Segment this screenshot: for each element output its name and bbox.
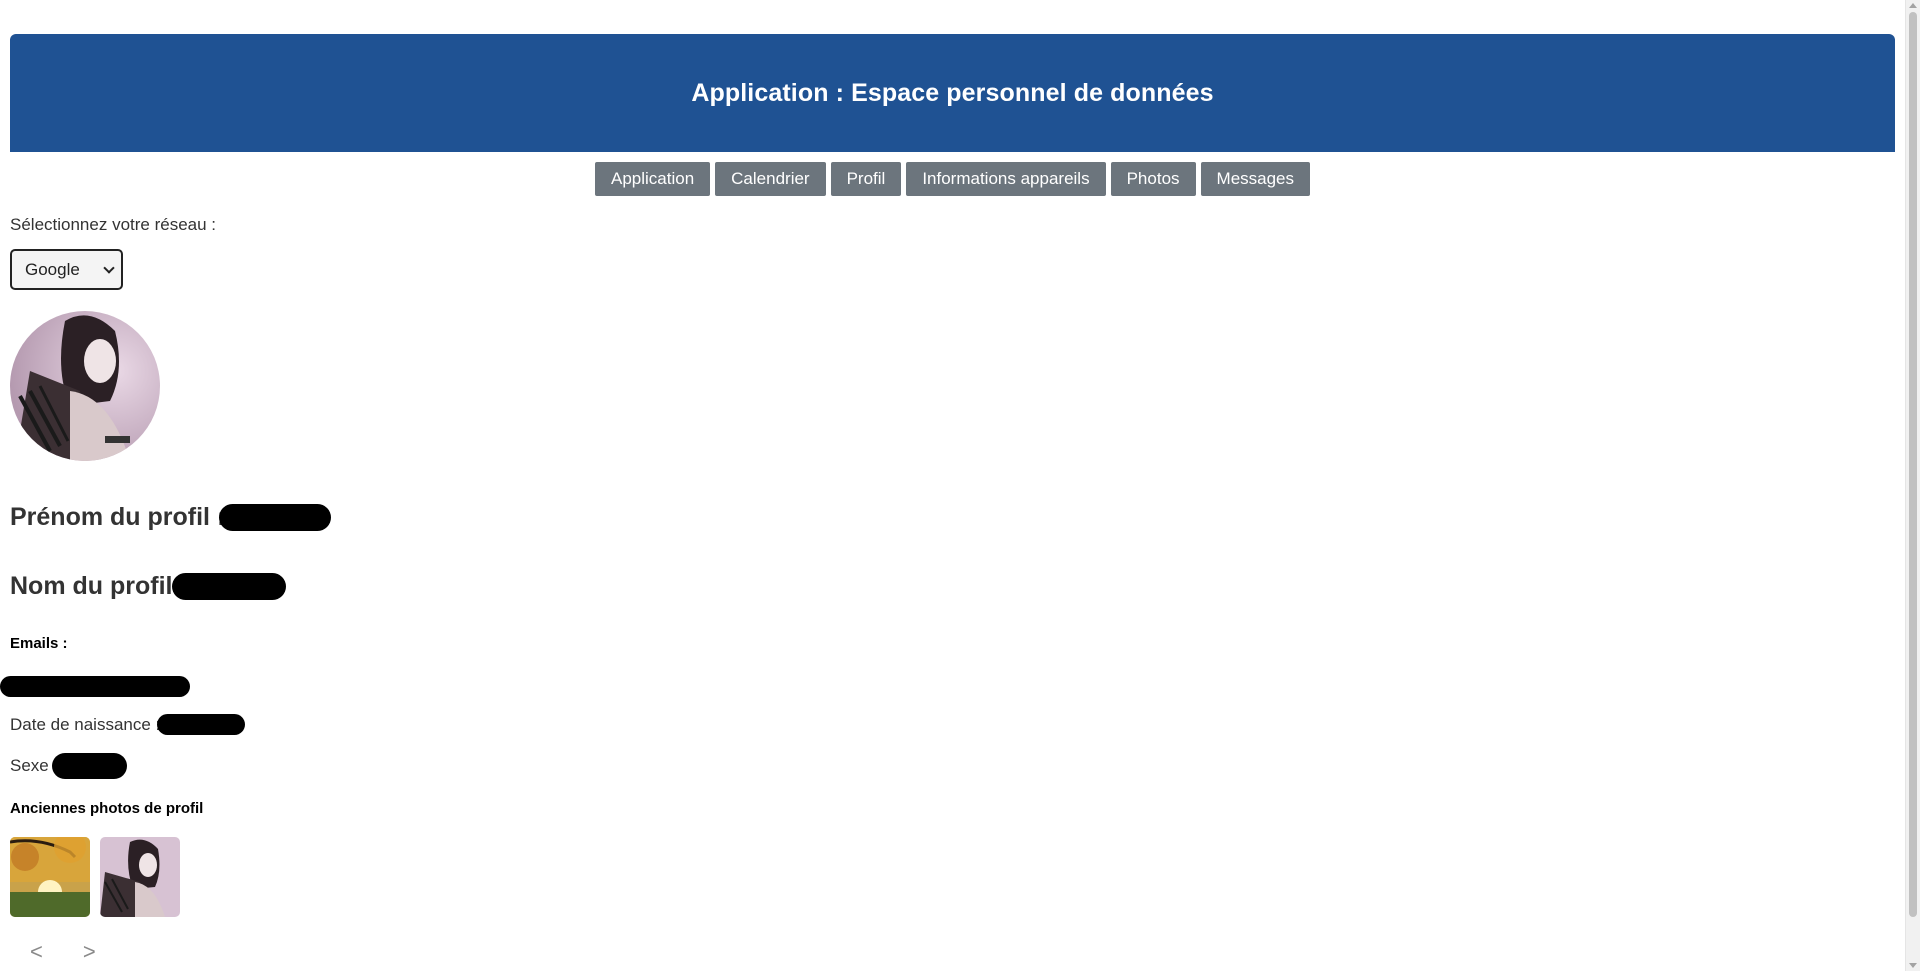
old-photos-list <box>10 837 1904 917</box>
emails-label: Emails : <box>10 635 68 652</box>
last-name-label: Nom du profil : <box>10 572 188 600</box>
nav-messages-button[interactable]: Messages <box>1200 162 1311 196</box>
nav-application-button[interactable]: Application <box>594 162 711 196</box>
sex-row: Sexe : <box>10 753 1904 779</box>
nav-calendar-button[interactable]: Calendrier <box>715 162 826 196</box>
email-redacted <box>0 676 190 697</box>
page: Application : Espace personnel de donnée… <box>0 34 1904 971</box>
profile-avatar <box>10 311 160 461</box>
birthdate-redacted <box>157 714 246 735</box>
last-name-row: Nom du profil : <box>10 572 1904 601</box>
scroll-up-arrow-icon[interactable] <box>1909 3 1917 8</box>
old-photos-pager: < > <box>10 939 1904 965</box>
app-header: Application : Espace personnel de donnée… <box>10 34 1895 152</box>
vertical-scrollbar[interactable] <box>1905 0 1920 971</box>
nav-device-info-button[interactable]: Informations appareils <box>906 162 1106 196</box>
first-name-label: Prénom du profil : <box>10 503 226 531</box>
network-select-label: Sélectionnez votre réseau : <box>10 215 217 234</box>
network-select[interactable]: Google <box>10 249 123 290</box>
sex-label: Sexe : <box>10 756 59 775</box>
portrait-image-icon <box>10 311 160 461</box>
birthdate-row: Date de naissance : <box>10 714 1904 735</box>
page-title: Application : Espace personnel de donnée… <box>691 78 1214 107</box>
next-arrow-button[interactable]: > <box>83 939 96 965</box>
network-select-value: Google <box>25 259 80 279</box>
first-name-redacted <box>219 504 332 531</box>
sex-redacted <box>52 753 128 779</box>
old-photo-thumb[interactable] <box>100 837 180 917</box>
nav-photos-button[interactable]: Photos <box>1110 162 1196 196</box>
landscape-image-icon <box>10 837 90 917</box>
old-photo-thumb[interactable] <box>10 837 90 917</box>
emails-value-row <box>0 676 1904 702</box>
chevron-down-icon <box>103 261 115 274</box>
birthdate-label: Date de naissance : <box>10 714 161 734</box>
old-photos-title: Anciennes photos de profil <box>10 800 204 817</box>
prev-arrow-button[interactable]: < <box>30 939 43 965</box>
nav-profile-button[interactable]: Profil <box>830 162 902 196</box>
first-name-row: Prénom du profil : <box>10 503 1904 532</box>
last-name-redacted <box>171 573 286 600</box>
scroll-down-arrow-icon[interactable] <box>1909 963 1917 968</box>
portrait-image-icon <box>100 837 180 917</box>
main-nav: Application Calendrier Profil Informatio… <box>10 162 1895 196</box>
scrollbar-thumb[interactable] <box>1909 12 1917 917</box>
